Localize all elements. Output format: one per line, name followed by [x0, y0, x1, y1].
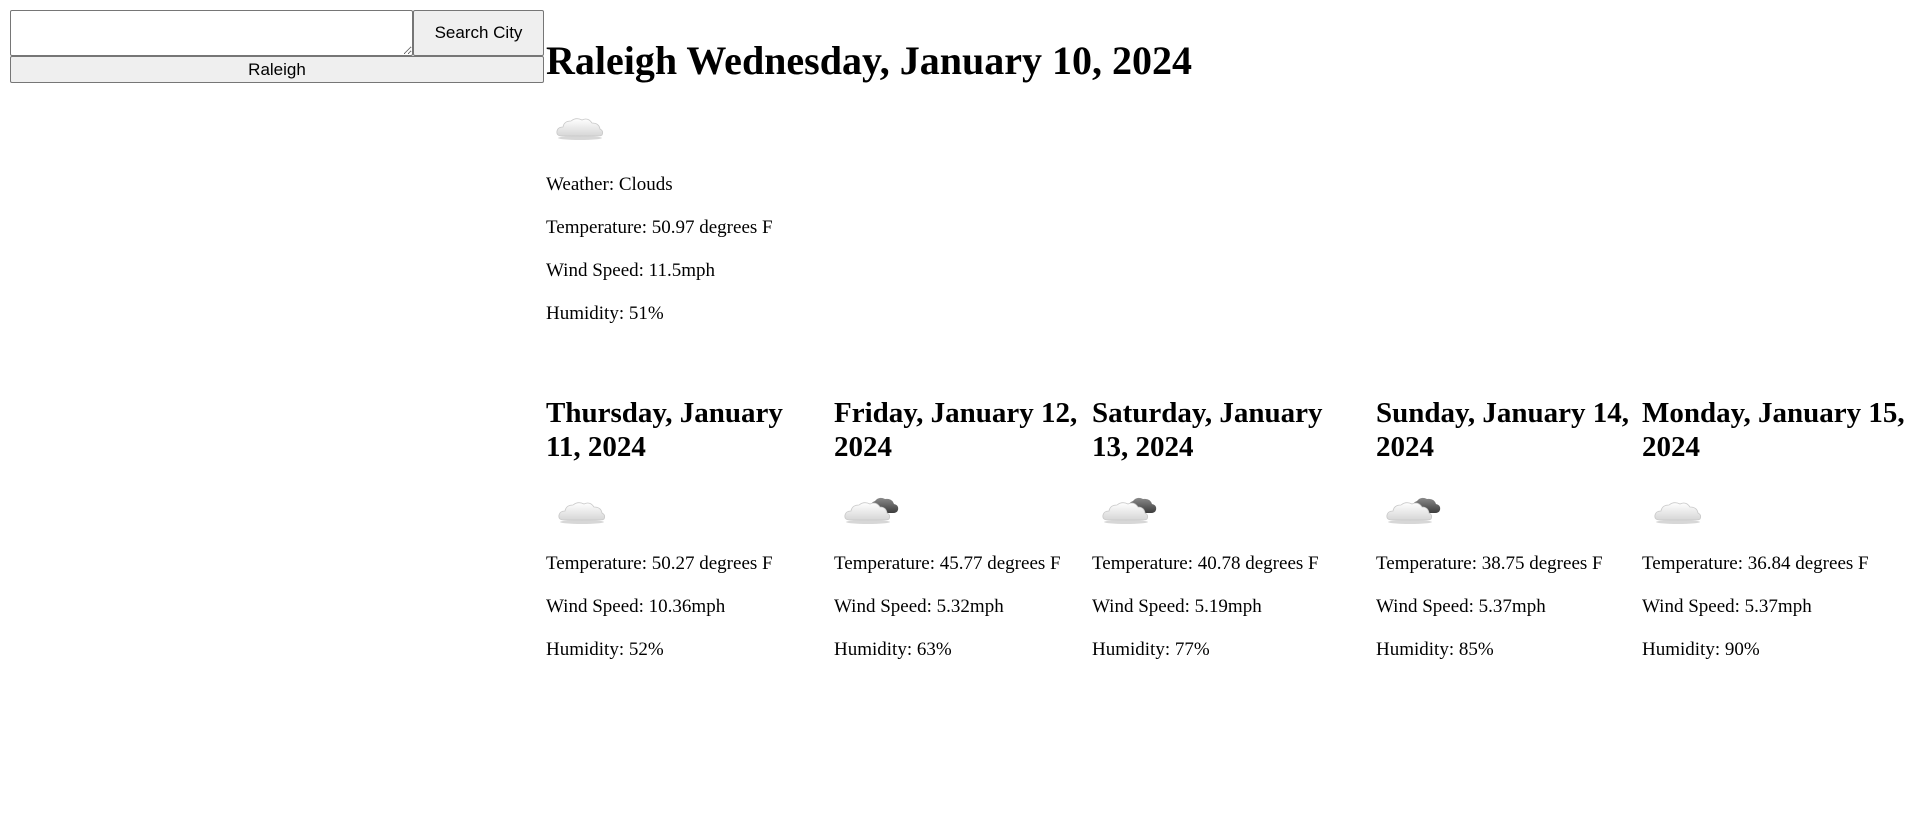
- forecast-temperature: Temperature: 36.84 degrees F: [1642, 553, 1869, 574]
- clouds-icon: [550, 104, 610, 144]
- forecast-date: Saturday, January 13, 2024: [1092, 397, 1323, 463]
- forecast-humidity: Humidity: 85%: [1376, 639, 1494, 660]
- search-panel: Search City Raleigh: [10, 10, 544, 83]
- forecast-wind-speed: Wind Speed: 10.36mph: [546, 596, 726, 617]
- broken-clouds-icon: [1382, 488, 1442, 528]
- forecast-wind-speed: Wind Speed: 5.19mph: [1092, 596, 1262, 617]
- forecast-humidity: Humidity: 90%: [1642, 639, 1760, 660]
- clouds-icon: [552, 488, 612, 528]
- forecast-wind-speed: Wind Speed: 5.32mph: [834, 596, 1004, 617]
- current-temperature: Temperature: 50.97 degrees F: [546, 217, 773, 238]
- current-wind-speed: Wind Speed: 11.5mph: [546, 260, 715, 281]
- forecast-date: Sunday, January 14, 2024: [1376, 397, 1630, 463]
- broken-clouds-icon: [840, 488, 900, 528]
- city-search-input[interactable]: [10, 10, 413, 56]
- forecast-row: Thursday, January 11, 2024 Temperature: …: [546, 396, 1920, 661]
- forecast-temperature: Temperature: 38.75 degrees F: [1376, 553, 1603, 574]
- forecast-day: Monday, January 15, 2024 Temperature: 36…: [1642, 396, 1920, 661]
- history-city-button[interactable]: Raleigh: [10, 56, 544, 83]
- forecast-wind-speed: Wind Speed: 5.37mph: [1376, 596, 1546, 617]
- current-humidity: Humidity: 51%: [546, 303, 664, 324]
- forecast-day: Friday, January 12, 2024 Temperature: 45…: [834, 396, 1092, 661]
- broken-clouds-icon: [1098, 488, 1158, 528]
- forecast-temperature: Temperature: 45.77 degrees F: [834, 553, 1061, 574]
- forecast-day: Saturday, January 13, 2024 Temperature: …: [1092, 396, 1376, 661]
- forecast-date: Monday, January 15, 2024: [1642, 397, 1905, 463]
- forecast-humidity: Humidity: 52%: [546, 639, 664, 660]
- forecast-date: Friday, January 12, 2024: [834, 397, 1078, 463]
- search-city-button[interactable]: Search City: [413, 10, 544, 56]
- forecast-humidity: Humidity: 63%: [834, 639, 952, 660]
- current-weather: Raleigh Wednesday, January 10, 2024 Weat…: [546, 0, 1192, 325]
- current-weather-title: Raleigh Wednesday, January 10, 2024: [546, 38, 1193, 83]
- forecast-day: Thursday, January 11, 2024 Temperature: …: [546, 396, 834, 661]
- current-weather-description: Weather: Clouds: [546, 174, 673, 195]
- forecast-humidity: Humidity: 77%: [1092, 639, 1210, 660]
- forecast-day: Sunday, January 14, 2024 Temperature: 38…: [1376, 396, 1642, 661]
- forecast-temperature: Temperature: 50.27 degrees F: [546, 553, 773, 574]
- forecast-temperature: Temperature: 40.78 degrees F: [1092, 553, 1319, 574]
- search-row: Search City: [10, 10, 544, 56]
- clouds-icon: [1648, 488, 1708, 528]
- forecast-date: Thursday, January 11, 2024: [546, 397, 783, 463]
- forecast-wind-speed: Wind Speed: 5.37mph: [1642, 596, 1812, 617]
